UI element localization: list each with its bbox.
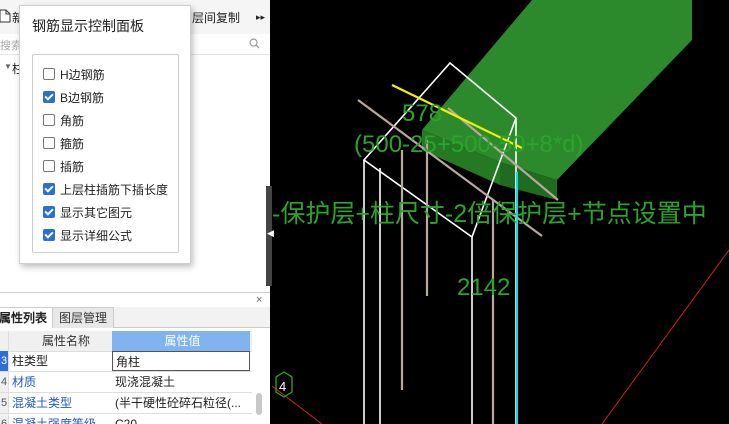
axis-line xyxy=(601,249,729,424)
header-value: 属性值 xyxy=(112,331,250,351)
option-show-formula[interactable]: 显示详细公式 xyxy=(43,226,132,244)
option-label: 上层柱插筋下插长度 xyxy=(60,182,169,197)
row-value[interactable]: 现浇混凝土 xyxy=(112,372,250,392)
table-row[interactable]: 4 材质 现浇混凝土 xyxy=(0,372,252,393)
tab-layers[interactable]: 图层管理 xyxy=(52,307,115,328)
option-upper-dowel-length[interactable]: 上层柱插筋下插长度 xyxy=(43,180,168,198)
dim-label-top: 578 xyxy=(402,100,442,127)
tree-expand-icon[interactable]: ▼ xyxy=(4,62,12,71)
checkbox[interactable] xyxy=(43,160,55,172)
close-icon[interactable]: × xyxy=(256,294,262,306)
search-icon[interactable] xyxy=(249,38,260,49)
table-row[interactable]: 3 柱类型 角柱 xyxy=(0,351,252,372)
option-label: H边钢筋 xyxy=(60,67,105,82)
table-row[interactable]: 5 混凝土类型 (半干硬性砼碎石粒径(... xyxy=(0,393,252,414)
row-num: 3 xyxy=(0,351,9,371)
grid-header: 属性名称 属性值 xyxy=(0,331,252,352)
option-stirrup[interactable]: 箍筋 xyxy=(43,134,84,152)
checkbox[interactable] xyxy=(43,229,55,241)
row-num: 5 xyxy=(0,393,9,413)
checkbox[interactable] xyxy=(43,91,55,103)
row-num: 6 xyxy=(0,414,9,424)
tab-properties[interactable]: 属性列表 xyxy=(0,307,55,328)
scrollbar[interactable] xyxy=(256,393,262,415)
option-show-other[interactable]: 显示其它图元 xyxy=(43,203,132,221)
header-name: 属性名称 xyxy=(41,334,90,348)
dialog-title: 钢筋显示控制面板 xyxy=(32,18,144,34)
row-value[interactable]: 角柱 xyxy=(112,351,250,371)
option-label: 箍筋 xyxy=(60,136,85,151)
3d-viewport[interactable]: 578 (500-25+500-50+8*d) -保护层+柱尺寸-2倍保护层+节… xyxy=(272,0,729,424)
layer-copy-button[interactable]: 层间复制 xyxy=(192,9,240,26)
option-label: 显示其它图元 xyxy=(60,205,133,220)
axis-label: 4 xyxy=(279,379,286,394)
checkbox[interactable] xyxy=(43,137,55,149)
option-label: 角筋 xyxy=(60,113,85,128)
more-icon[interactable]: ▸▸ xyxy=(256,12,265,23)
option-h-rebar[interactable]: H边钢筋 xyxy=(43,65,105,83)
row-value[interactable]: (半干硬性砼碎石粒径(... xyxy=(112,393,250,413)
header-num xyxy=(0,331,9,351)
row-name[interactable]: 混凝土类型 xyxy=(12,393,110,413)
rebar-display-dialog: 钢筋显示控制面板 H边钢筋 B边钢筋 角筋 箍筋 插筋 上层柱插筋下插长度 显示… xyxy=(19,5,191,264)
row-value[interactable]: C20 xyxy=(112,414,250,424)
properties-panel: × 属性列表 图层管理 属性名称 属性值 3 柱类型 角柱 4 材质 现浇混凝土… xyxy=(0,292,270,424)
table-row[interactable]: 6 混凝土强度等级 C20 xyxy=(0,414,252,424)
option-corner-rebar[interactable]: 角筋 xyxy=(43,111,84,129)
row-name[interactable]: 材质 xyxy=(12,372,110,392)
dim-label-mid: 2142 xyxy=(457,274,510,301)
formula-label-2: -保护层+柱尺寸-2倍保护层+节点设置中 xyxy=(272,200,707,228)
new-file-icon[interactable] xyxy=(0,9,11,23)
options-group: H边钢筋 B边钢筋 角筋 箍筋 插筋 上层柱插筋下插长度 显示其它图元 显示详细… xyxy=(32,54,179,253)
tab-bar: 属性列表 图层管理 xyxy=(0,307,270,328)
option-b-rebar[interactable]: B边钢筋 xyxy=(43,88,104,106)
row-num: 4 xyxy=(0,372,9,392)
option-label: 插筋 xyxy=(60,159,85,174)
option-dowel[interactable]: 插筋 xyxy=(43,157,84,175)
checkbox[interactable] xyxy=(43,114,55,126)
checkbox[interactable] xyxy=(43,206,55,218)
formula-label-1: (500-25+500-50+8*d) xyxy=(354,131,584,158)
checkbox[interactable] xyxy=(43,68,55,80)
row-name[interactable]: 混凝土强度等级 xyxy=(12,414,110,424)
checkbox[interactable] xyxy=(43,183,55,195)
option-label: 显示详细公式 xyxy=(60,228,133,243)
row-name: 柱类型 xyxy=(12,354,49,368)
option-label: B边钢筋 xyxy=(60,90,105,105)
